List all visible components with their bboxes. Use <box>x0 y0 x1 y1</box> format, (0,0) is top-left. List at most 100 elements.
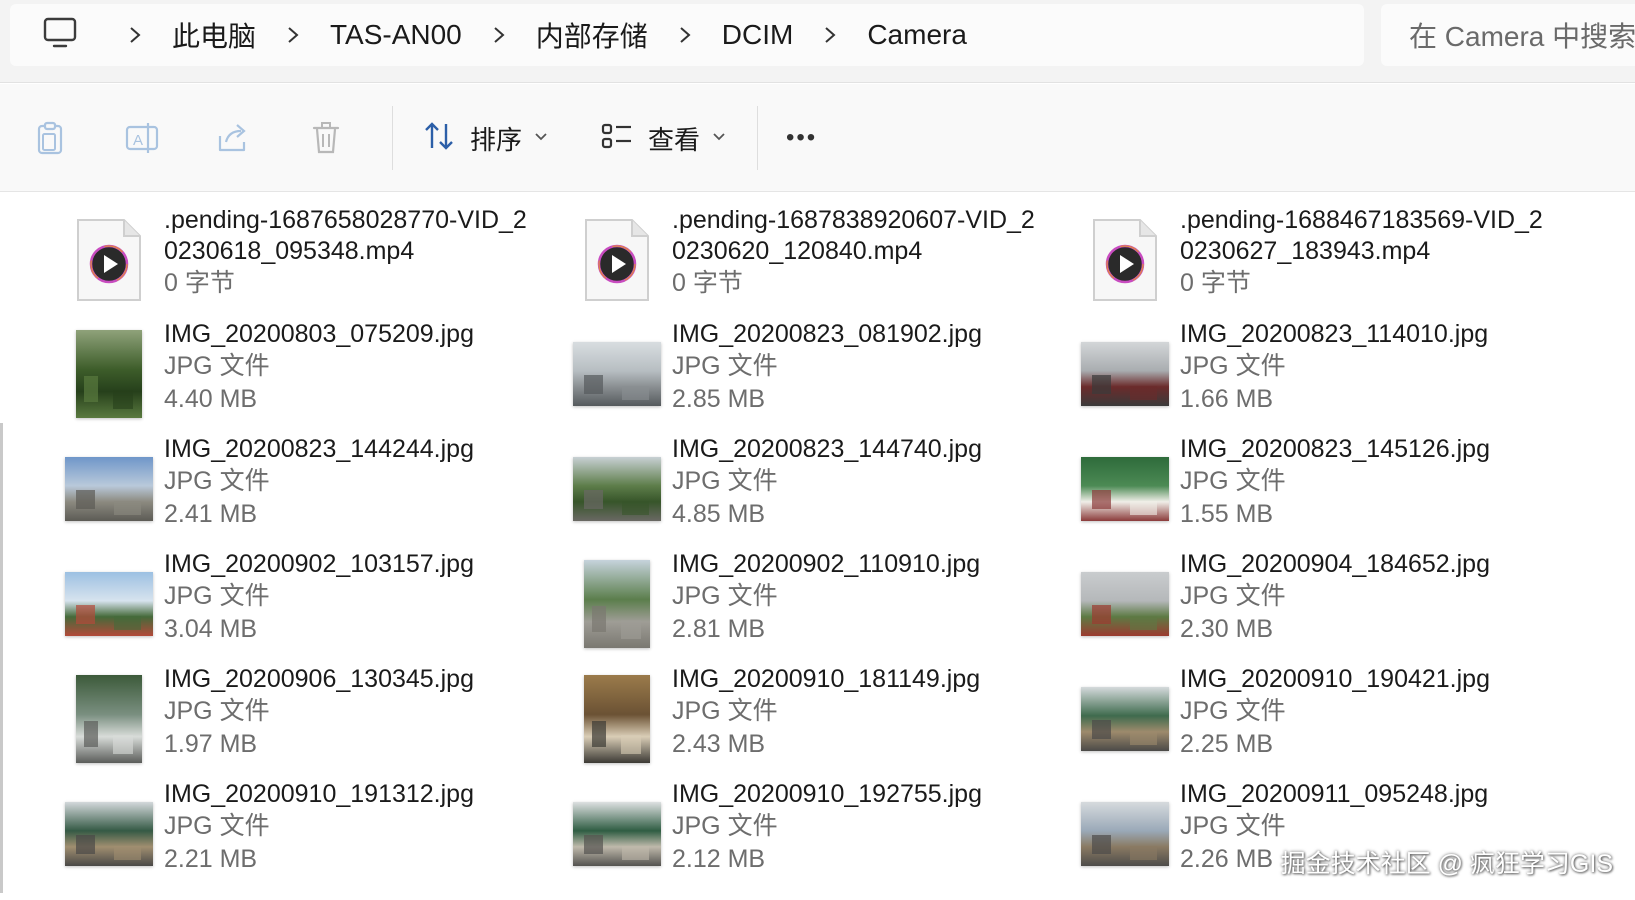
scrollbar[interactable] <box>0 423 3 893</box>
chevron-down-icon <box>534 129 548 147</box>
photo-preview <box>1081 802 1169 866</box>
file-size: 0 字节 <box>1180 269 1251 297</box>
breadcrumb-item-camera[interactable]: Camera <box>867 19 967 51</box>
delete-icon[interactable] <box>304 116 348 160</box>
file-size: 2.21 MB <box>164 845 258 873</box>
view-button[interactable]: 查看 <box>600 112 726 164</box>
chevron-down-icon <box>712 129 726 147</box>
photo-preview <box>584 560 650 648</box>
more-options-button[interactable]: ••• <box>786 112 817 164</box>
image-thumbnail <box>54 434 164 544</box>
photo-file-item[interactable]: IMG_20200904_184652.jpg JPG 文件 2.30 MB <box>1070 549 1570 659</box>
file-type: JPG 文件 <box>164 812 270 840</box>
file-type: JPG 文件 <box>1180 352 1286 380</box>
image-thumbnail <box>562 779 672 889</box>
file-info: IMG_20200910_190421.jpg JPG 文件 2.25 MB <box>1180 664 1570 761</box>
image-thumbnail <box>1070 319 1180 429</box>
chevron-right-icon[interactable] <box>120 20 150 50</box>
chevron-right-icon[interactable] <box>670 20 700 50</box>
photo-file-item[interactable]: IMG_20200910_192755.jpg JPG 文件 2.12 MB <box>562 779 1062 889</box>
image-thumbnail <box>54 779 164 889</box>
video-file-icon <box>1070 205 1180 315</box>
video-file-item[interactable]: .pending-1687658028770-VID_2 0230618_0953… <box>54 205 554 315</box>
breadcrumb-item-this-pc[interactable]: 此电脑 <box>172 15 256 55</box>
video-file-item[interactable]: .pending-1687838920607-VID_2 0230620_1208… <box>562 205 1062 315</box>
video-file-item[interactable]: .pending-1688467183569-VID_2 0230627_1839… <box>1070 205 1570 315</box>
photo-preview <box>76 330 142 418</box>
view-list-icon <box>600 119 634 158</box>
file-size: 3.04 MB <box>164 615 258 643</box>
breadcrumb-item-internal-storage[interactable]: 内部存储 <box>536 15 648 55</box>
command-bar: A 排序 查看 ••• <box>0 84 1635 192</box>
photo-file-item[interactable]: IMG_20200803_075209.jpg JPG 文件 4.40 MB <box>54 319 554 429</box>
image-thumbnail <box>562 664 672 774</box>
file-type: JPG 文件 <box>672 352 778 380</box>
photo-file-item[interactable]: IMG_20200910_190421.jpg JPG 文件 2.25 MB <box>1070 664 1570 774</box>
file-name: IMG_20200902_110910.jpg <box>672 550 981 578</box>
file-name: IMG_20200911_095248.jpg <box>1180 780 1489 808</box>
chevron-right-icon[interactable] <box>278 20 308 50</box>
file-name: IMG_20200823_145126.jpg <box>1180 435 1490 463</box>
file-size: 1.97 MB <box>164 730 258 758</box>
file-info: IMG_20200904_184652.jpg JPG 文件 2.30 MB <box>1180 549 1570 646</box>
image-thumbnail <box>562 434 672 544</box>
file-list: .pending-1687658028770-VID_2 0230618_0953… <box>0 193 1635 900</box>
file-type: JPG 文件 <box>672 582 778 610</box>
photo-preview <box>1081 572 1169 636</box>
file-info: IMG_20200906_130345.jpg JPG 文件 1.97 MB <box>164 664 554 761</box>
file-size: 1.66 MB <box>1180 385 1274 413</box>
photo-preview <box>1081 687 1169 751</box>
file-size: 2.85 MB <box>672 385 766 413</box>
sort-arrows-icon <box>422 119 456 158</box>
breadcrumb-item-device[interactable]: TAS-AN00 <box>330 19 462 51</box>
image-thumbnail <box>562 319 672 429</box>
file-type: JPG 文件 <box>672 467 778 495</box>
share-icon[interactable] <box>212 116 256 160</box>
file-type: JPG 文件 <box>1180 467 1286 495</box>
file-info: IMG_20200823_145126.jpg JPG 文件 1.55 MB <box>1180 434 1570 531</box>
file-size: 2.81 MB <box>672 615 766 643</box>
file-type: JPG 文件 <box>672 812 778 840</box>
file-size: 0 字节 <box>164 269 235 297</box>
photo-preview <box>76 675 142 763</box>
file-type: JPG 文件 <box>1180 582 1286 610</box>
rename-icon[interactable]: A <box>120 116 164 160</box>
file-name: .pending-1687838920607-VID_2 <box>672 206 1035 234</box>
photo-file-item[interactable]: IMG_20200902_110910.jpg JPG 文件 2.81 MB <box>562 549 1062 659</box>
image-thumbnail <box>562 549 672 659</box>
photo-file-item[interactable]: IMG_20200910_181149.jpg JPG 文件 2.43 MB <box>562 664 1062 774</box>
file-size: 2.43 MB <box>672 730 766 758</box>
file-type: JPG 文件 <box>1180 812 1286 840</box>
chevron-right-icon[interactable] <box>815 20 845 50</box>
photo-file-item[interactable]: IMG_20200906_130345.jpg JPG 文件 1.97 MB <box>54 664 554 774</box>
this-pc-icon[interactable] <box>10 13 80 58</box>
photo-file-item[interactable]: IMG_20200910_191312.jpg JPG 文件 2.21 MB <box>54 779 554 889</box>
photo-file-item[interactable]: IMG_20200823_144244.jpg JPG 文件 2.41 MB <box>54 434 554 544</box>
file-name: IMG_20200910_191312.jpg <box>164 780 474 808</box>
file-info: IMG_20200803_075209.jpg JPG 文件 4.40 MB <box>164 319 554 416</box>
photo-file-item[interactable]: IMG_20200823_081902.jpg JPG 文件 2.85 MB <box>562 319 1062 429</box>
file-info: IMG_20200910_192755.jpg JPG 文件 2.12 MB <box>672 779 1062 876</box>
photo-file-item[interactable]: IMG_20200902_103157.jpg JPG 文件 3.04 MB <box>54 549 554 659</box>
file-info: IMG_20200823_114010.jpg JPG 文件 1.66 MB <box>1180 319 1570 416</box>
file-name: IMG_20200803_075209.jpg <box>164 320 474 348</box>
paste-icon[interactable] <box>28 116 72 160</box>
photo-file-item[interactable]: IMG_20200823_114010.jpg JPG 文件 1.66 MB <box>1070 319 1570 429</box>
photo-file-item[interactable]: IMG_20200823_144740.jpg JPG 文件 4.85 MB <box>562 434 1062 544</box>
file-info: .pending-1687658028770-VID_2 0230618_0953… <box>164 205 554 300</box>
file-size: 1.55 MB <box>1180 500 1274 528</box>
video-file-icon <box>54 205 164 315</box>
address-bar[interactable]: 此电脑 TAS-AN00 内部存储 DCIM Camera <box>10 4 1364 66</box>
file-name: IMG_20200902_103157.jpg <box>164 550 474 578</box>
breadcrumb-item-dcim[interactable]: DCIM <box>722 19 794 51</box>
file-name-continued: 0230618_095348.mp4 <box>164 237 415 265</box>
file-name-continued: 0230620_120840.mp4 <box>672 237 923 265</box>
search-input[interactable]: 在 Camera 中搜索 <box>1381 4 1635 66</box>
file-info: IMG_20200823_144244.jpg JPG 文件 2.41 MB <box>164 434 554 531</box>
breadcrumb: 此电脑 TAS-AN00 内部存储 DCIM Camera <box>98 15 967 55</box>
file-type: JPG 文件 <box>672 697 778 725</box>
sort-button[interactable]: 排序 <box>422 112 548 164</box>
chevron-right-icon[interactable] <box>484 20 514 50</box>
file-name-continued: 0230627_183943.mp4 <box>1180 237 1431 265</box>
photo-file-item[interactable]: IMG_20200823_145126.jpg JPG 文件 1.55 MB <box>1070 434 1570 544</box>
